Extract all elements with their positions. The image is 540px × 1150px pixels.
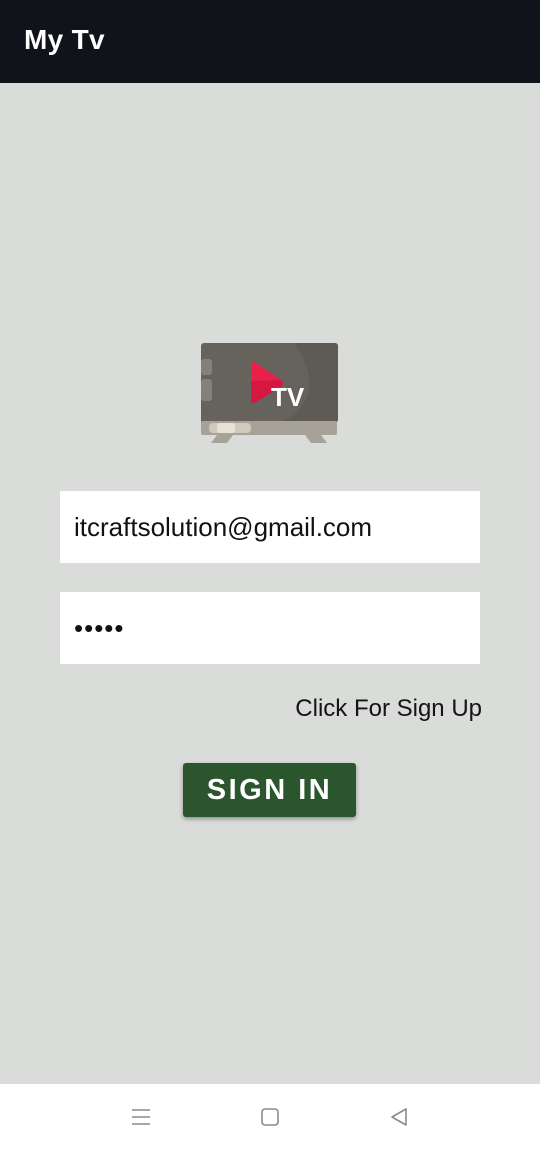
- logo-text: TV: [271, 382, 305, 412]
- app-title: My Tv: [24, 24, 105, 55]
- system-nav-bar: [0, 1084, 540, 1150]
- app-bar: My Tv: [0, 0, 540, 83]
- sign-in-button[interactable]: SIGN IN: [183, 763, 356, 817]
- email-input[interactable]: [74, 511, 466, 543]
- home-square-icon[interactable]: [255, 1102, 285, 1132]
- login-screen: TV Click For Sign Up SIGN IN: [0, 83, 540, 1084]
- tv-logo-icon: TV: [199, 341, 341, 447]
- menu-icon[interactable]: [126, 1102, 156, 1132]
- email-field[interactable]: [60, 491, 480, 563]
- signup-link[interactable]: Click For Sign Up: [295, 695, 482, 723]
- back-triangle-icon[interactable]: [384, 1102, 414, 1132]
- password-field[interactable]: [60, 592, 480, 664]
- password-input[interactable]: [74, 612, 466, 644]
